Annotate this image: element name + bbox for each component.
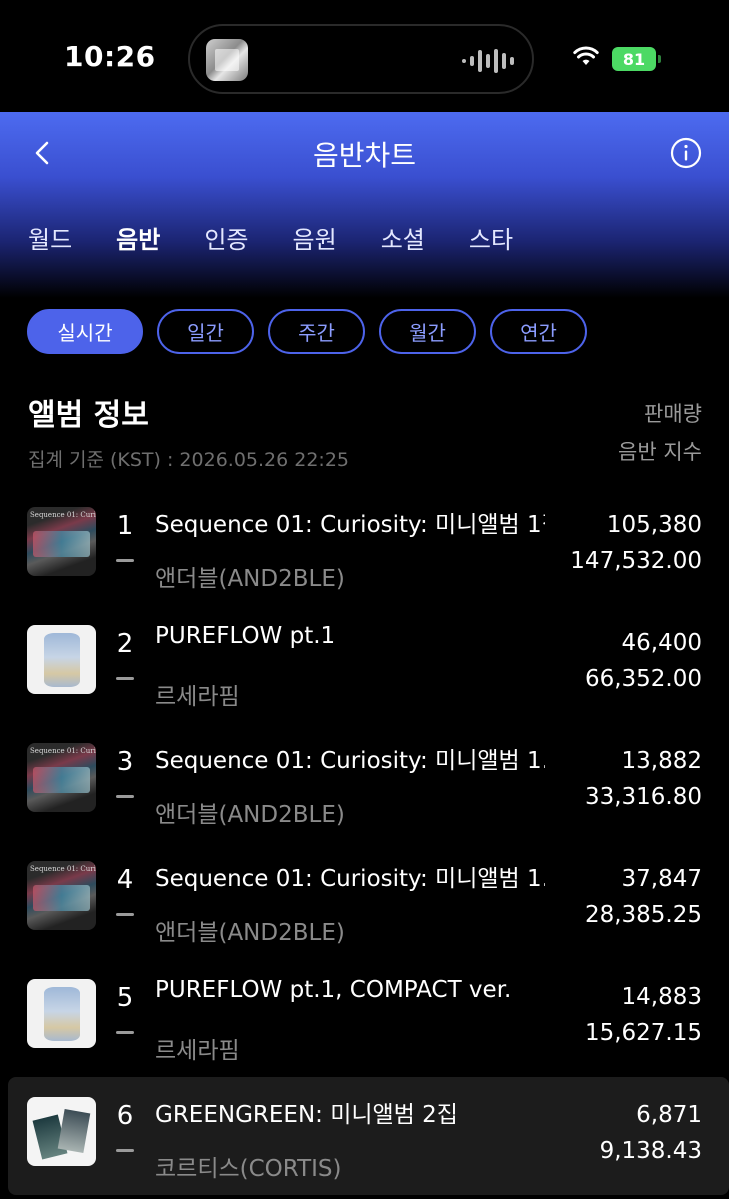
tab-music[interactable]: 음원	[293, 220, 337, 255]
artist-name: 앤더블(AND2BLE)	[155, 802, 345, 828]
battery-tip	[658, 55, 661, 63]
album-title: Sequence 01: Curiosity: 미니앨범 1…	[155, 866, 545, 892]
sales-count: 14,883	[621, 984, 702, 1010]
period-filter: 실시간 일간 주간 월간 연간	[27, 309, 587, 354]
album-cover	[27, 979, 96, 1048]
album-title: PUREFLOW pt.1	[155, 623, 336, 649]
rank-unchanged-icon	[116, 559, 134, 562]
artist-name: 르세라핌	[155, 684, 240, 710]
sales-count: 6,871	[636, 1102, 702, 1128]
artist-name: 앤더블(AND2BLE)	[155, 920, 345, 946]
album-row-1[interactable]: 1 Sequence 01: Curiosity: 미니앨범 1집 앤더블(AN…	[0, 487, 729, 605]
section-title: 앨범 정보	[28, 398, 149, 433]
aggregation-timestamp: 집계 기준 (KST) : 2026.05.26 22:25	[28, 449, 350, 471]
rank-number: 6	[116, 1101, 134, 1131]
category-tabs: 월드 음반 인증 음원 소셜 스타	[28, 220, 557, 255]
tab-certification[interactable]: 인증	[204, 220, 248, 255]
album-row-2[interactable]: 2 PUREFLOW pt.1 르세라핌 46,400 66,352.00	[0, 605, 729, 723]
artist-name: 코르티스(CORTIS)	[155, 1156, 342, 1182]
rank-unchanged-icon	[116, 795, 134, 798]
tab-album[interactable]: 음반	[116, 220, 160, 255]
info-icon[interactable]	[670, 137, 702, 169]
artist-name: 르세라핌	[155, 1038, 240, 1064]
status-bar: 10:26 81	[0, 0, 729, 112]
period-monthly[interactable]: 월간	[379, 309, 476, 354]
rank-number: 2	[116, 629, 134, 659]
period-daily[interactable]: 일간	[157, 309, 254, 354]
tab-world[interactable]: 월드	[28, 220, 72, 255]
rank-number: 4	[116, 865, 134, 895]
sales-count: 105,380	[606, 512, 702, 538]
rank-number: 1	[116, 511, 134, 541]
tab-star[interactable]: 스타	[469, 220, 513, 255]
sales-count: 37,847	[621, 866, 702, 892]
sales-count: 13,882	[621, 748, 702, 774]
album-title: GREENGREEN: 미니앨범 2집	[155, 1102, 458, 1128]
album-index: 28,385.25	[584, 902, 702, 928]
album-cover	[27, 625, 96, 694]
tab-social[interactable]: 소셜	[381, 220, 425, 255]
album-row-3[interactable]: 3 Sequence 01: Curiosity: 미니앨범 1… 앤더블(AN…	[0, 723, 729, 841]
dynamic-island[interactable]	[188, 24, 534, 94]
audio-waveform-icon	[462, 47, 514, 75]
album-title: Sequence 01: Curiosity: 미니앨범 1집	[155, 512, 545, 538]
album-index: 33,316.80	[584, 784, 702, 810]
wifi-icon	[573, 46, 599, 65]
album-row-4[interactable]: 4 Sequence 01: Curiosity: 미니앨범 1… 앤더블(AN…	[0, 841, 729, 959]
sales-count: 46,400	[621, 630, 702, 656]
now-playing-artwork	[206, 39, 248, 81]
header: 음반차트 월드 음반 인증 음원 소셜 스타	[0, 112, 729, 298]
artist-name: 앤더블(AND2BLE)	[155, 566, 345, 592]
album-index: 9,138.43	[599, 1138, 702, 1164]
album-cover	[27, 861, 96, 930]
battery-indicator: 81	[612, 47, 656, 71]
status-time: 10:26	[64, 40, 156, 73]
album-row-5[interactable]: 5 PUREFLOW pt.1, COMPACT ver. 르세라핌 14,88…	[0, 959, 729, 1077]
album-cover	[27, 1097, 96, 1166]
column-header-index: 음반 지수	[618, 440, 702, 464]
rank-unchanged-icon	[116, 1031, 134, 1034]
album-index: 15,627.15	[584, 1020, 702, 1046]
rank-number: 5	[116, 983, 134, 1013]
column-header-sales: 판매량	[644, 402, 702, 426]
period-yearly[interactable]: 연간	[490, 309, 587, 354]
album-row-6[interactable]: 6 GREENGREEN: 미니앨범 2집 코르티스(CORTIS) 6,871…	[8, 1077, 729, 1195]
album-index: 66,352.00	[584, 666, 702, 692]
rank-unchanged-icon	[116, 1149, 134, 1152]
album-cover	[27, 743, 96, 812]
album-index: 147,532.00	[570, 548, 702, 574]
period-weekly[interactable]: 주간	[268, 309, 365, 354]
album-title: Sequence 01: Curiosity: 미니앨범 1…	[155, 748, 545, 774]
album-cover	[27, 507, 96, 576]
rank-unchanged-icon	[116, 677, 134, 680]
album-title: PUREFLOW pt.1, COMPACT ver.	[155, 977, 512, 1003]
period-realtime[interactable]: 실시간	[27, 309, 143, 354]
rank-unchanged-icon	[116, 913, 134, 916]
rank-number: 3	[116, 747, 134, 777]
page-title: 음반차트	[312, 139, 417, 172]
